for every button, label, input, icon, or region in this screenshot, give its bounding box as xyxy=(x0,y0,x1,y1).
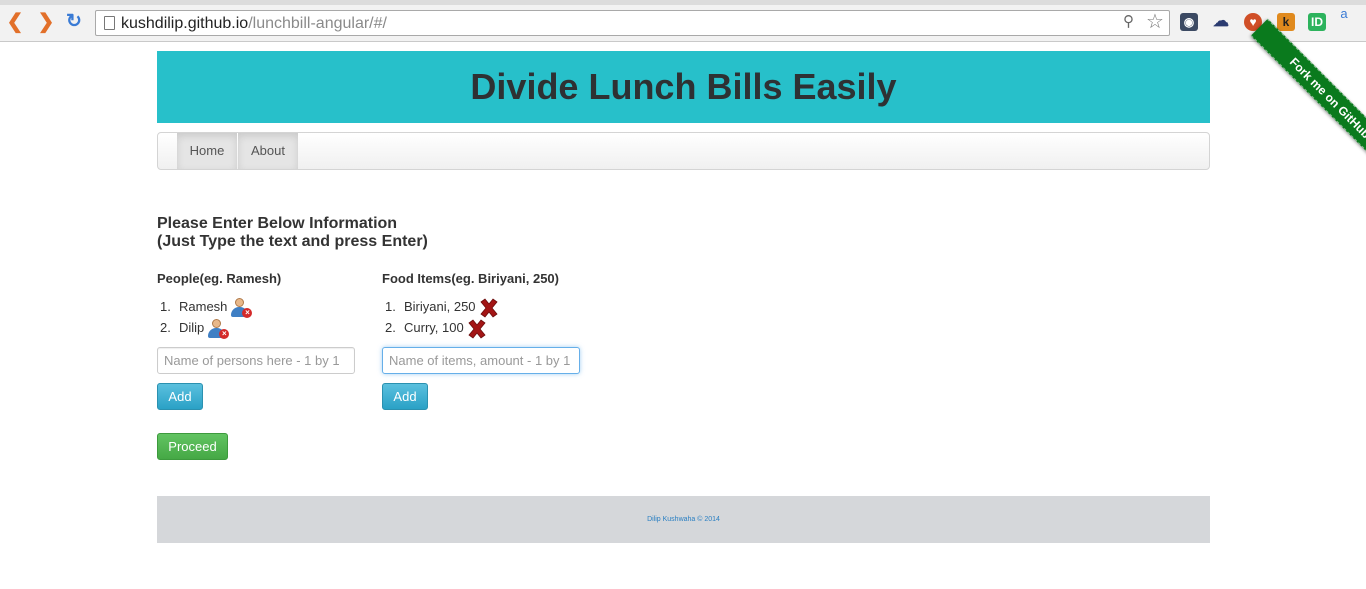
person-name-input[interactable] xyxy=(157,347,355,374)
k-extension-icon[interactable]: k xyxy=(1277,13,1295,31)
people-heading: People(eg. Ramesh) xyxy=(157,271,282,286)
user-delete-icon[interactable]: × xyxy=(230,297,253,318)
person-name: Dilip xyxy=(179,320,205,335)
add-food-button[interactable]: Add xyxy=(382,383,428,410)
add-person-button[interactable]: Add xyxy=(157,383,203,410)
back-icon[interactable]: ❮ xyxy=(5,12,25,32)
people-list: 1. Ramesh × 2. Dilip × xyxy=(160,296,253,339)
page-icon xyxy=(104,16,115,30)
cloud-extension-icon[interactable]: ☁ xyxy=(1212,13,1230,31)
browser-toolbar: ❮ ❯ ↻ kushdilip.github.io/lunchbill-angu… xyxy=(0,0,1366,42)
list-number: 1. xyxy=(385,299,396,314)
footer: Dilip Kushwaha © 2014 xyxy=(157,496,1210,543)
id-extension-icon[interactable]: ID xyxy=(1308,13,1326,31)
list-item: 2. Dilip × xyxy=(160,317,252,339)
forward-icon[interactable]: ❯ xyxy=(36,12,56,32)
food-item-name: Biriyani, 250 xyxy=(404,299,476,314)
delete-x-icon[interactable] xyxy=(478,297,500,319)
list-number: 1. xyxy=(160,299,171,314)
url-host: kushdilip.github.io xyxy=(121,15,249,32)
instructions-line2: (Just Type the text and press Enter) xyxy=(157,233,428,250)
id-extension-label: ID xyxy=(1311,15,1323,29)
k-extension-label: k xyxy=(1282,15,1290,29)
list-item: 2. Curry, 100 xyxy=(385,317,500,340)
navbar: Home About xyxy=(157,132,1210,170)
user-delete-icon[interactable]: × xyxy=(207,318,230,339)
delete-x-icon[interactable] xyxy=(466,318,488,340)
url-text[interactable]: kushdilip.github.io/lunchbill-angular/#/ xyxy=(121,15,387,33)
page-title: Divide Lunch Bills Easily xyxy=(470,66,897,107)
list-item: 1. Ramesh × xyxy=(160,296,253,318)
fork-me-ribbon[interactable]: Fork me on GitHub xyxy=(1250,18,1366,178)
instructions: Please Enter Below Information (Just Typ… xyxy=(157,215,428,251)
person-name: Ramesh xyxy=(179,299,228,314)
food-item-name: Curry, 100 xyxy=(404,320,464,335)
list-number: 2. xyxy=(385,320,396,335)
address-bar[interactable]: kushdilip.github.io/lunchbill-angular/#/… xyxy=(95,10,1170,36)
bookmark-star-icon[interactable]: ☆ xyxy=(1146,12,1164,32)
url-path: /lunchbill-angular/#/ xyxy=(248,15,387,32)
zoom-icon[interactable]: ⚲ xyxy=(1123,14,1139,30)
reload-icon[interactable]: ↻ xyxy=(64,12,84,32)
a-extension-label: a xyxy=(1340,6,1348,21)
translate-extension-icon[interactable]: a xyxy=(1335,5,1353,23)
header-banner: Divide Lunch Bills Easily xyxy=(157,51,1210,123)
camera-extension-icon[interactable]: ◉ xyxy=(1180,13,1198,31)
nav-home[interactable]: Home xyxy=(177,133,237,169)
nav-about[interactable]: About xyxy=(238,133,298,169)
food-item-input[interactable] xyxy=(382,347,580,374)
ribbon-label: Fork me on GitHub xyxy=(1286,54,1366,142)
food-list: 1. Biriyani, 250 2. Curry, 100 xyxy=(385,296,500,340)
food-heading: Food Items(eg. Biriyani, 250) xyxy=(382,271,559,286)
list-item: 1. Biriyani, 250 xyxy=(385,296,500,319)
list-number: 2. xyxy=(160,320,171,335)
footer-credit[interactable]: Dilip Kushwaha © 2014 xyxy=(157,496,1210,543)
proceed-button[interactable]: Proceed xyxy=(157,433,228,460)
tab-strip xyxy=(0,0,1366,5)
instructions-line1: Please Enter Below Information xyxy=(157,215,398,232)
